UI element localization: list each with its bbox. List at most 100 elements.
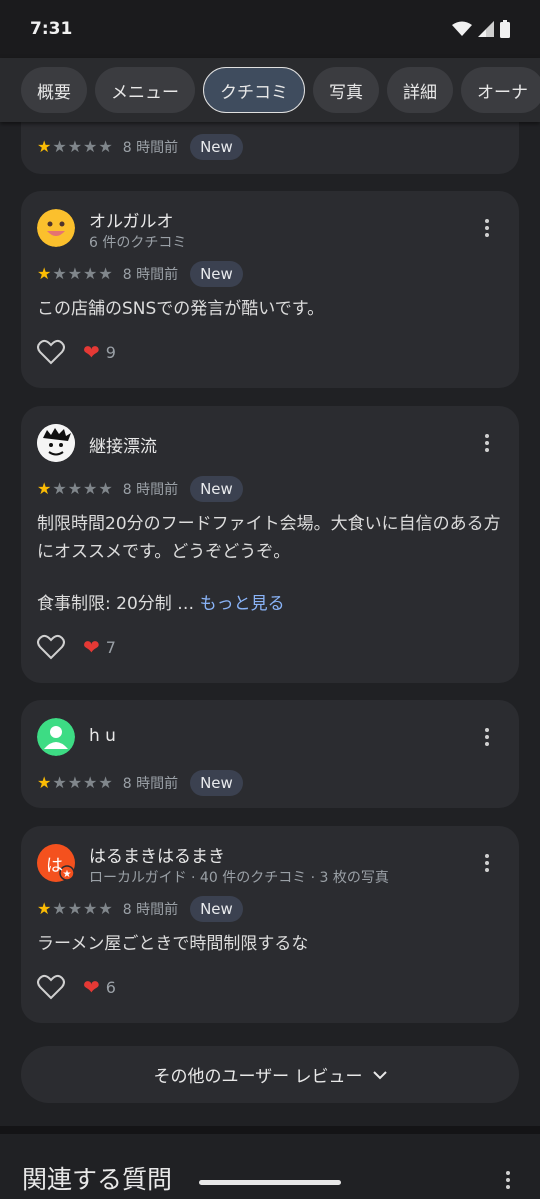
star-icon: ★ xyxy=(67,773,83,792)
star-rating: ★ ★ ★ ★ ★ xyxy=(37,775,113,791)
review-actions: ❤ 9 xyxy=(37,339,116,365)
more-options-icon[interactable] xyxy=(498,1166,518,1194)
more-reviews-label: その他のユーザー レビュー xyxy=(153,1067,363,1087)
more-options-icon[interactable] xyxy=(477,429,497,457)
star-rating: ★ ★ ★ ★ ★ xyxy=(37,139,113,155)
tab-details[interactable]: 詳細 xyxy=(387,67,453,113)
review-text-more: 食事制限: 20分制 … xyxy=(37,594,195,614)
star-icon: ★ xyxy=(67,899,83,918)
battery-icon xyxy=(500,20,510,38)
rating-row: ★ ★ ★ ★ ★ 8 時間前 New xyxy=(37,261,243,287)
heart-outline-icon[interactable] xyxy=(37,339,65,365)
rating-row: ★ ★ ★ ★ ★ 8 時間前 New xyxy=(37,476,243,502)
section-title: 関連する質問 xyxy=(22,1165,173,1194)
home-indicator[interactable] xyxy=(199,1180,341,1185)
review-text: この店舗のSNSでの発言が酷いです。 xyxy=(37,299,325,319)
tab-photos[interactable]: 写真 xyxy=(313,67,379,113)
more-options-icon[interactable] xyxy=(477,214,497,242)
letter-avatar[interactable]: ★ は xyxy=(37,844,75,882)
new-badge: New xyxy=(190,261,243,287)
manga-avatar[interactable] xyxy=(37,424,75,462)
star-icon: ★ xyxy=(98,479,113,498)
star-icon: ★ xyxy=(83,773,98,792)
reviewer-name[interactable]: h u xyxy=(89,726,116,746)
star-icon: ★ xyxy=(83,137,98,156)
cellular-signal-icon xyxy=(478,21,494,37)
like-count-value: 6 xyxy=(105,977,116,997)
star-icon: ★ xyxy=(52,899,67,918)
like-count: ❤ 9 xyxy=(83,340,116,364)
new-badge: New xyxy=(190,770,243,796)
reviewer-stats: 6 件のクチコミ xyxy=(89,235,187,251)
star-icon: ★ xyxy=(98,264,113,283)
section-divider xyxy=(0,1126,540,1134)
heart-outline-icon[interactable] xyxy=(37,974,65,1000)
wifi-icon xyxy=(452,21,472,36)
review-time: 8 時間前 xyxy=(122,776,179,792)
review-card: h u ★ ★ ★ ★ ★ 8 時間前 New xyxy=(21,700,519,808)
star-icon: ★ xyxy=(83,479,98,498)
star-icon: ★ xyxy=(52,773,67,792)
star-icon: ★ xyxy=(37,479,52,498)
review-card: 継接漂流 ★ ★ ★ ★ ★ 8 時間前 New 制限時間20分のフードファイト会場。大… xyxy=(21,406,519,683)
star-icon: ★ xyxy=(67,479,83,498)
star-icon: ★ xyxy=(67,137,83,156)
star-icon: ★ xyxy=(52,137,67,156)
star-icon: ★ xyxy=(52,264,67,283)
rating-row: ★ ★ ★ ★ ★ 8 時間前 New xyxy=(37,134,243,160)
tab-owner[interactable]: オーナ xyxy=(461,67,540,113)
reviewer-stats: ローカルガイド · 40 件のクチコミ · 3 枚の写真 xyxy=(89,870,389,886)
tab-menu[interactable]: メニュー xyxy=(95,67,195,113)
tab-bar: 概要 メニュー クチコミ 写真 詳細 オーナ xyxy=(0,58,540,122)
review-actions: ❤ 7 xyxy=(37,634,116,660)
review-card: オルガルオ 6 件のクチコミ ★ ★ ★ ★ ★ 8 時間前 New この店舗のSNSで… xyxy=(21,191,519,388)
new-badge: New xyxy=(190,476,243,502)
heart-icon: ❤ xyxy=(83,635,100,659)
svg-text:★: ★ xyxy=(63,869,72,880)
star-rating: ★ ★ ★ ★ ★ xyxy=(37,266,113,282)
reviewer-name[interactable]: はるまきはるまき xyxy=(89,842,225,867)
star-icon: ★ xyxy=(98,137,113,156)
avatar-letter: は xyxy=(46,856,63,876)
like-count: ❤ 7 xyxy=(83,635,116,659)
more-reviews-button[interactable]: その他のユーザー レビュー xyxy=(21,1046,519,1103)
chevron-down-icon xyxy=(372,1070,387,1079)
review-actions: ❤ 6 xyxy=(37,974,116,1000)
star-icon: ★ xyxy=(52,479,67,498)
status-icons xyxy=(452,20,510,38)
reviewer-name[interactable]: オルガルオ xyxy=(89,207,174,232)
like-count: ❤ 6 xyxy=(83,975,116,999)
heart-icon: ❤ xyxy=(83,340,100,364)
tab-reviews[interactable]: クチコミ xyxy=(203,67,305,113)
new-badge: New xyxy=(190,134,243,160)
like-count-value: 9 xyxy=(105,342,116,362)
star-icon: ★ xyxy=(37,264,52,283)
default-person-avatar[interactable] xyxy=(37,718,75,756)
rating-row: ★ ★ ★ ★ ★ 8 時間前 New xyxy=(37,896,243,922)
review-time: 8 時間前 xyxy=(122,267,179,283)
heart-outline-icon[interactable] xyxy=(37,634,65,660)
tab-overview[interactable]: 概要 xyxy=(21,67,87,113)
reviewer-name[interactable]: 継接漂流 xyxy=(89,432,157,457)
star-icon: ★ xyxy=(37,137,52,156)
heart-icon: ❤ xyxy=(83,975,100,999)
review-time: 8 時間前 xyxy=(122,140,179,156)
review-text-truncated: 食事制限: 20分制 … もっと見る xyxy=(37,590,507,618)
review-text: ラーメン屋ごときで時間制限するな xyxy=(37,934,309,954)
rating-row: ★ ★ ★ ★ ★ 8 時間前 New xyxy=(37,770,243,796)
star-icon: ★ xyxy=(98,773,113,792)
review-time: 8 時間前 xyxy=(122,902,179,918)
status-time: 7:31 xyxy=(30,19,73,39)
star-icon: ★ xyxy=(67,264,83,283)
read-more-link[interactable]: もっと見る xyxy=(200,594,285,614)
review-time: 8 時間前 xyxy=(122,482,179,498)
status-bar: 7:31 xyxy=(0,0,540,58)
star-icon: ★ xyxy=(83,264,98,283)
star-icon: ★ xyxy=(83,899,98,918)
smiley-avatar[interactable] xyxy=(37,209,75,247)
more-options-icon[interactable] xyxy=(477,723,497,751)
new-badge: New xyxy=(190,896,243,922)
more-options-icon[interactable] xyxy=(477,849,497,877)
star-rating: ★ ★ ★ ★ ★ xyxy=(37,901,113,917)
star-icon: ★ xyxy=(98,899,113,918)
